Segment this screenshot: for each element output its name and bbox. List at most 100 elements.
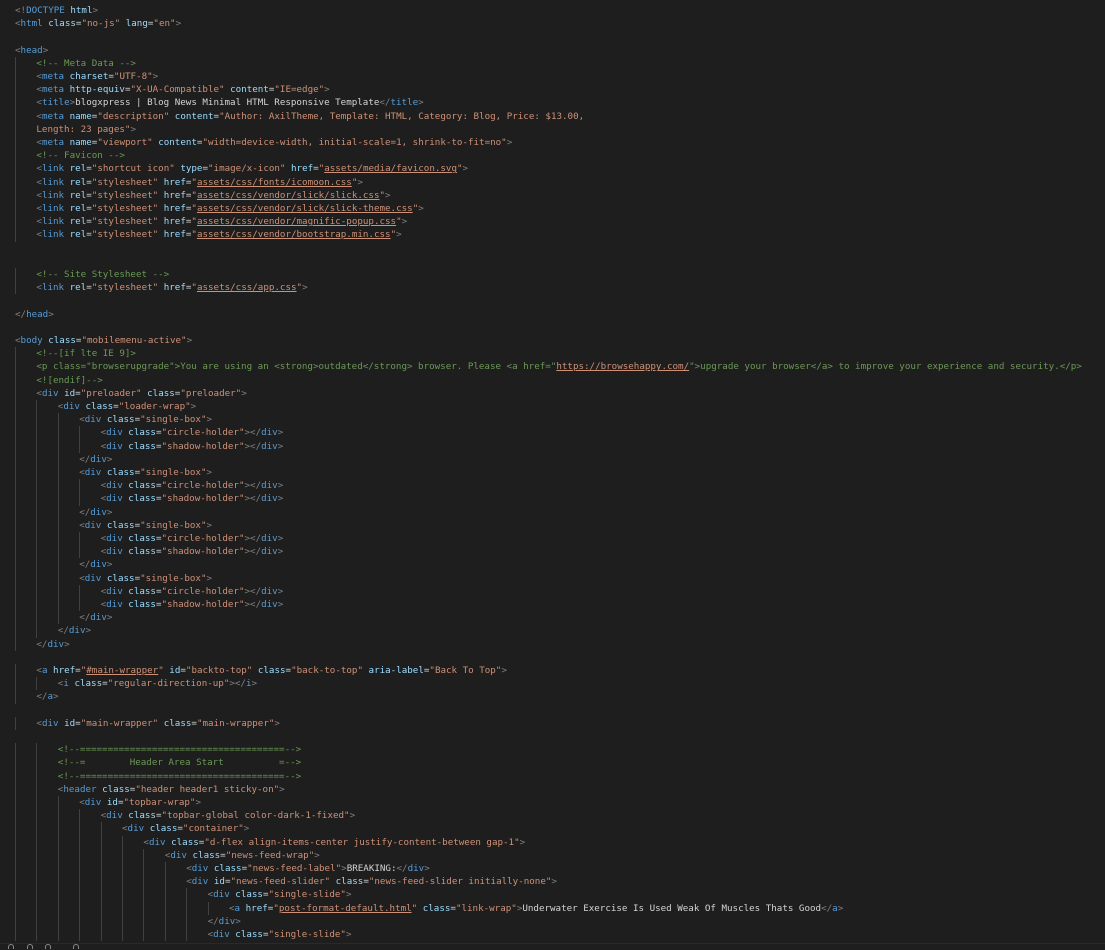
code-line[interactable]: <div class="shadow-holder"></div> bbox=[101, 598, 284, 611]
code-line[interactable]: <div class="news-feed-wrap"> bbox=[165, 849, 320, 862]
code-line[interactable]: <div class="single-box"> bbox=[79, 519, 212, 532]
code-token: "news-feed-wrap" bbox=[225, 849, 315, 861]
code-line[interactable]: <title>blogxpress | Blog News Minimal HT… bbox=[36, 96, 423, 109]
code-line[interactable]: </div> bbox=[79, 558, 112, 571]
code-line[interactable]: <div id="news-feed-slider" class="news-f… bbox=[186, 875, 557, 888]
code-token: "Author: AxilTheme, Template: HTML, Cate… bbox=[219, 110, 585, 122]
code-line[interactable]: </div> bbox=[208, 915, 241, 928]
code-line[interactable]: <div class="shadow-holder"></div> bbox=[101, 492, 284, 505]
code-line[interactable]: <link rel="shortcut icon" type="image/x-… bbox=[36, 162, 468, 175]
code-line[interactable]: <div class="single-slide"> bbox=[208, 928, 352, 941]
code-token: "main-wrapper" bbox=[80, 717, 159, 729]
code-line[interactable]: <div class="news-feed-label">BREAKING:</… bbox=[186, 862, 430, 875]
indent-guide bbox=[57, 914, 59, 928]
code-token: > bbox=[324, 84, 330, 96]
code-token: rel bbox=[69, 189, 87, 201]
code-line[interactable]: <div class="shadow-holder"></div> bbox=[101, 440, 284, 453]
code-line[interactable]: </div> bbox=[58, 624, 91, 637]
code-line[interactable]: <div id="topbar-wrap"> bbox=[79, 796, 201, 809]
code-line[interactable]: <div class="shadow-holder"></div> bbox=[101, 545, 284, 558]
indent-guide bbox=[15, 716, 16, 730]
indent-guide bbox=[143, 901, 145, 915]
indent-guide bbox=[79, 598, 81, 612]
code-line[interactable]: <body class="mobilemenu-active"> bbox=[15, 334, 192, 347]
status-icon[interactable] bbox=[8, 944, 14, 949]
code-line[interactable]: <i class="regular-direction-up"></i> bbox=[58, 677, 257, 690]
code-line[interactable]: <![endif]--> bbox=[36, 374, 102, 387]
code-token: "single-box" bbox=[140, 519, 207, 531]
code-token: <! bbox=[15, 5, 27, 16]
indent-guide bbox=[36, 518, 38, 532]
code-token: "width=device-width, initial-scale=1, sh… bbox=[202, 137, 507, 148]
status-icon[interactable] bbox=[73, 944, 79, 949]
code-token: </ bbox=[57, 625, 69, 637]
code-line[interactable]: <!--[if lte IE 9]> bbox=[36, 347, 136, 360]
indent-guide bbox=[15, 228, 16, 242]
code-line[interactable]: <meta name="description" content="Author… bbox=[36, 110, 584, 123]
code-line[interactable]: <link rel="stylesheet" href="assets/css/… bbox=[36, 215, 407, 228]
code-token: BREAKING: bbox=[346, 863, 397, 874]
code-token: class bbox=[128, 440, 156, 452]
code-line[interactable]: </a> bbox=[36, 690, 58, 703]
code-line[interactable]: <div class="topbar-global color-dark-1-f… bbox=[101, 809, 356, 822]
code-line[interactable]: </head> bbox=[15, 308, 54, 321]
code-line[interactable]: <div class="container"> bbox=[122, 822, 249, 835]
code-line[interactable]: <!-- Favicon --> bbox=[36, 149, 125, 162]
indent-guide bbox=[57, 875, 59, 889]
code-token: div bbox=[90, 506, 107, 518]
code-line[interactable]: <header class="header header1 sticky-on"… bbox=[58, 783, 285, 796]
indent-guide bbox=[79, 848, 81, 862]
code-line[interactable]: <p class="browserupgrade">You are using … bbox=[36, 360, 1081, 373]
status-icon[interactable] bbox=[27, 944, 33, 949]
code-line[interactable]: <link rel="stylesheet" href="assets/css/… bbox=[36, 202, 423, 215]
code-line[interactable]: <div class="d-flex align-items-center ju… bbox=[143, 836, 525, 849]
code-line[interactable]: <a href="post-format-default.html" class… bbox=[229, 902, 843, 915]
code-line[interactable]: <head> bbox=[15, 44, 48, 57]
code-token: class bbox=[128, 427, 156, 439]
code-line[interactable]: <link rel="stylesheet" href="assets/css/… bbox=[36, 281, 307, 294]
code-line[interactable]: </div> bbox=[79, 453, 112, 466]
code-line[interactable]: <!-- Meta Data --> bbox=[36, 57, 136, 70]
code-line[interactable]: <html class="no-js" lang="en"> bbox=[15, 17, 181, 30]
code-token: > bbox=[190, 401, 197, 412]
indent-guide bbox=[57, 611, 59, 625]
code-line[interactable]: <a href="#main-wrapper" id="backto-top" … bbox=[36, 664, 506, 677]
code-line[interactable]: <div class="circle-holder"></div> bbox=[101, 532, 284, 545]
indent-guide bbox=[57, 532, 59, 546]
code-line[interactable]: <!-- Site Stylesheet --> bbox=[36, 268, 169, 281]
code-line[interactable]: <div class="single-box"> bbox=[79, 572, 212, 585]
code-line[interactable]: <link rel="stylesheet" href="assets/css/… bbox=[36, 176, 363, 189]
code-line[interactable]: <div class="single-box"> bbox=[79, 413, 212, 426]
code-token: html bbox=[20, 18, 43, 30]
code-line[interactable]: <div class="single-box"> bbox=[79, 466, 212, 479]
code-line[interactable]: </div> bbox=[36, 638, 69, 651]
code-line[interactable]: <!--= Header Area Start =--> bbox=[58, 756, 301, 769]
code-editor[interactable]: <!DOCTYPE html> <html class="no-js" lang=… bbox=[0, 0, 1105, 944]
code-line[interactable]: <!--====================================… bbox=[58, 743, 301, 756]
code-line[interactable]: <!--====================================… bbox=[58, 770, 301, 783]
code-line[interactable]: <meta name="viewport" content="width=dev… bbox=[36, 136, 512, 149]
code-line[interactable]: <div class="loader-wrap"> bbox=[58, 400, 196, 413]
code-line[interactable]: <meta charset="UTF-8"> bbox=[36, 70, 158, 83]
code-line[interactable]: <meta http-equiv="X-UA-Compatible" conte… bbox=[36, 83, 329, 96]
code-line[interactable]: <div class="single-slide"> bbox=[208, 888, 352, 901]
indent-guide bbox=[15, 743, 16, 757]
code-token: link bbox=[41, 216, 65, 228]
code-line[interactable]: <div class="circle-holder"></div> bbox=[101, 426, 284, 439]
indent-guide bbox=[15, 268, 16, 282]
code-line[interactable]: <link rel="stylesheet" href="assets/css/… bbox=[36, 189, 390, 202]
indent-guide bbox=[36, 822, 38, 836]
code-line[interactable]: Length: 23 pages"> bbox=[36, 123, 136, 136]
code-line[interactable]: <div class="circle-holder"></div> bbox=[101, 479, 284, 492]
code-token: class bbox=[128, 599, 156, 610]
code-line[interactable]: </div> bbox=[79, 506, 112, 519]
code-line[interactable]: </div> bbox=[79, 611, 112, 624]
code-line[interactable]: <!DOCTYPE html> bbox=[15, 4, 98, 17]
code-line[interactable]: <div class="circle-holder"></div> bbox=[101, 585, 284, 598]
code-line[interactable]: <div id="main-wrapper" class="main-wrapp… bbox=[36, 717, 280, 730]
code-token: head bbox=[26, 308, 49, 320]
status-icon[interactable] bbox=[45, 944, 51, 949]
code-line[interactable]: <div id="preloader" class="preloader"> bbox=[36, 387, 246, 400]
code-token: div bbox=[84, 519, 102, 531]
code-line[interactable]: <link rel="stylesheet" href="assets/css/… bbox=[36, 228, 401, 241]
